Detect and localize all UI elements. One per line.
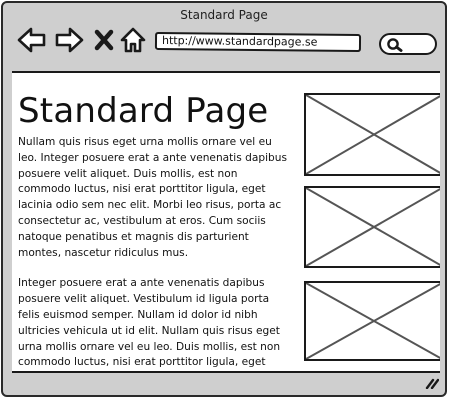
address-bar[interactable]: http://www.standardpage.se xyxy=(154,31,362,53)
paragraph-1: Nullam quis risus eget urna mollis ornar… xyxy=(18,136,287,259)
image-placeholder-cross xyxy=(306,95,440,174)
arrow-left-icon[interactable] xyxy=(17,27,47,53)
home-icon[interactable] xyxy=(119,26,147,54)
image-placeholder-cross xyxy=(306,283,440,359)
page-content: Standard Page Nullam quis risus eget urn… xyxy=(12,71,440,373)
arrow-right-icon[interactable] xyxy=(54,27,84,53)
image-placeholder-cross xyxy=(306,188,440,266)
page-heading: Standard Page xyxy=(18,91,269,131)
text-column: Standard Page Nullam quis risus eget urn… xyxy=(18,73,292,371)
search-icon xyxy=(387,38,403,52)
window-title: Standard Page xyxy=(180,8,268,22)
image-placeholder-1 xyxy=(304,93,440,176)
browser-window: Standard Page http://www.standardpage.se… xyxy=(1,1,447,397)
resize-grip-icon[interactable] xyxy=(425,377,439,389)
search-field[interactable] xyxy=(379,33,437,55)
image-placeholder-3 xyxy=(304,281,440,361)
image-placeholder-2 xyxy=(304,186,440,268)
close-x-icon[interactable] xyxy=(94,29,114,51)
paragraph-2: Integer posuere erat a ante venenatis da… xyxy=(18,277,281,369)
